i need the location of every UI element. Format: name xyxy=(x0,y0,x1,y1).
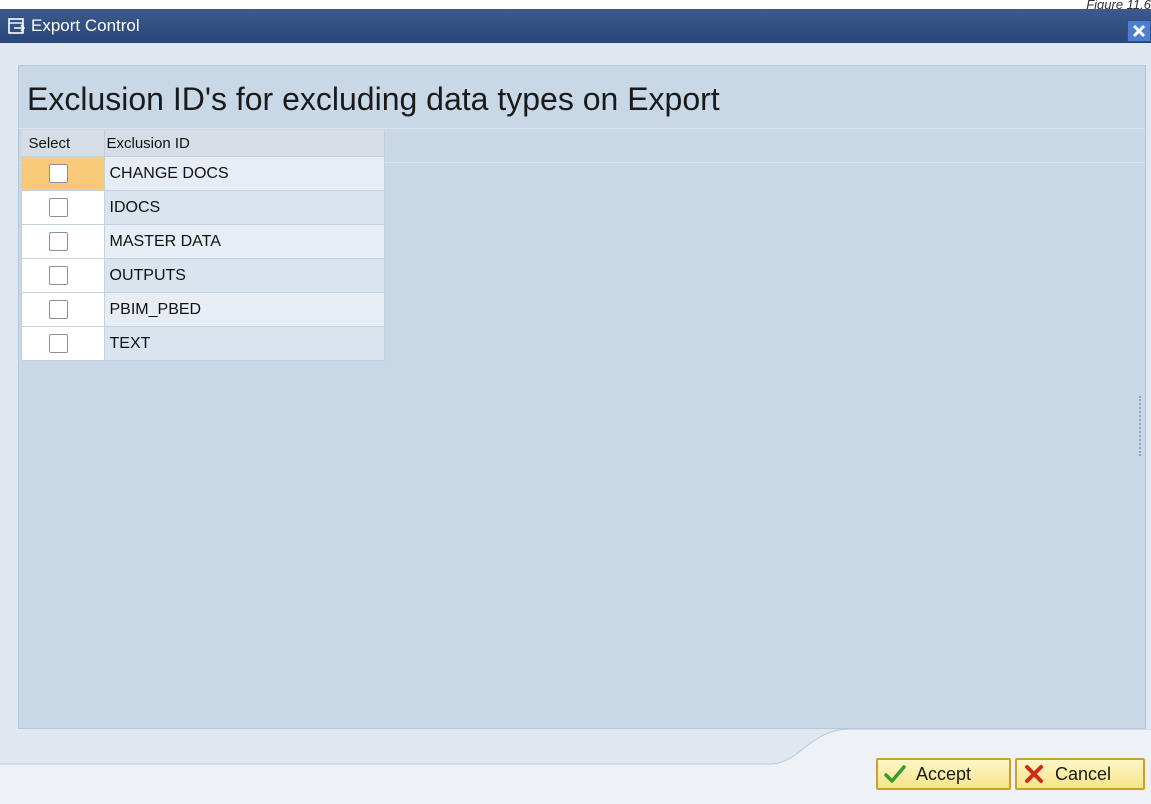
table-row[interactable]: IDOCS xyxy=(21,190,385,225)
content-area: Exclusion ID's for excluding data types … xyxy=(18,65,1146,729)
export-icon xyxy=(8,18,26,34)
divider xyxy=(19,128,1145,129)
exclusion-id-cell[interactable]: CHANGE DOCS xyxy=(103,156,385,191)
cancel-button[interactable]: Cancel xyxy=(1015,758,1145,790)
select-cell[interactable] xyxy=(21,224,105,259)
table-row[interactable]: CHANGE DOCS xyxy=(21,156,385,191)
page-heading: Exclusion ID's for excluding data types … xyxy=(27,81,720,117)
table-row[interactable]: TEXT xyxy=(21,326,385,361)
table-header-row: Select Exclusion ID xyxy=(21,130,385,157)
row-checkbox[interactable] xyxy=(49,334,68,353)
table-row[interactable]: PBIM_PBED xyxy=(21,292,385,327)
select-cell[interactable] xyxy=(21,190,105,225)
select-cell[interactable] xyxy=(21,292,105,327)
resize-grip[interactable] xyxy=(1139,396,1145,456)
accept-label: Accept xyxy=(916,763,972,784)
table-row[interactable]: MASTER DATA xyxy=(21,224,385,259)
window-title: Export Control xyxy=(31,16,140,35)
exclusion-id-cell[interactable]: TEXT xyxy=(103,326,385,361)
dialog-body: Exclusion ID's for excluding data types … xyxy=(0,43,1151,804)
exclusion-id-cell[interactable]: OUTPUTS xyxy=(103,258,385,293)
exclusion-id-cell[interactable]: IDOCS xyxy=(103,190,385,225)
select-cell[interactable] xyxy=(21,156,105,191)
row-checkbox[interactable] xyxy=(49,266,68,285)
select-cell[interactable] xyxy=(21,258,105,293)
exclusion-id-cell[interactable]: PBIM_PBED xyxy=(103,292,385,327)
column-header-exclusion-id[interactable]: Exclusion ID xyxy=(104,130,385,157)
table-row[interactable]: OUTPUTS xyxy=(21,258,385,293)
title-bar: Export Control xyxy=(0,9,1151,43)
exclusion-table: Select Exclusion ID CHANGE DOCS IDOCS MA… xyxy=(21,130,385,361)
accept-button[interactable]: Accept xyxy=(876,758,1011,790)
close-button[interactable] xyxy=(1127,20,1151,42)
row-checkbox[interactable] xyxy=(49,198,68,217)
cancel-label: Cancel xyxy=(1055,763,1112,784)
row-checkbox[interactable] xyxy=(49,300,68,319)
check-icon xyxy=(884,765,906,783)
select-cell[interactable] xyxy=(21,326,105,361)
x-icon xyxy=(1025,765,1043,783)
row-checkbox[interactable] xyxy=(49,164,68,183)
close-icon xyxy=(1132,24,1146,38)
exclusion-id-cell[interactable]: MASTER DATA xyxy=(103,224,385,259)
column-header-select[interactable]: Select xyxy=(21,130,105,157)
row-checkbox[interactable] xyxy=(49,232,68,251)
